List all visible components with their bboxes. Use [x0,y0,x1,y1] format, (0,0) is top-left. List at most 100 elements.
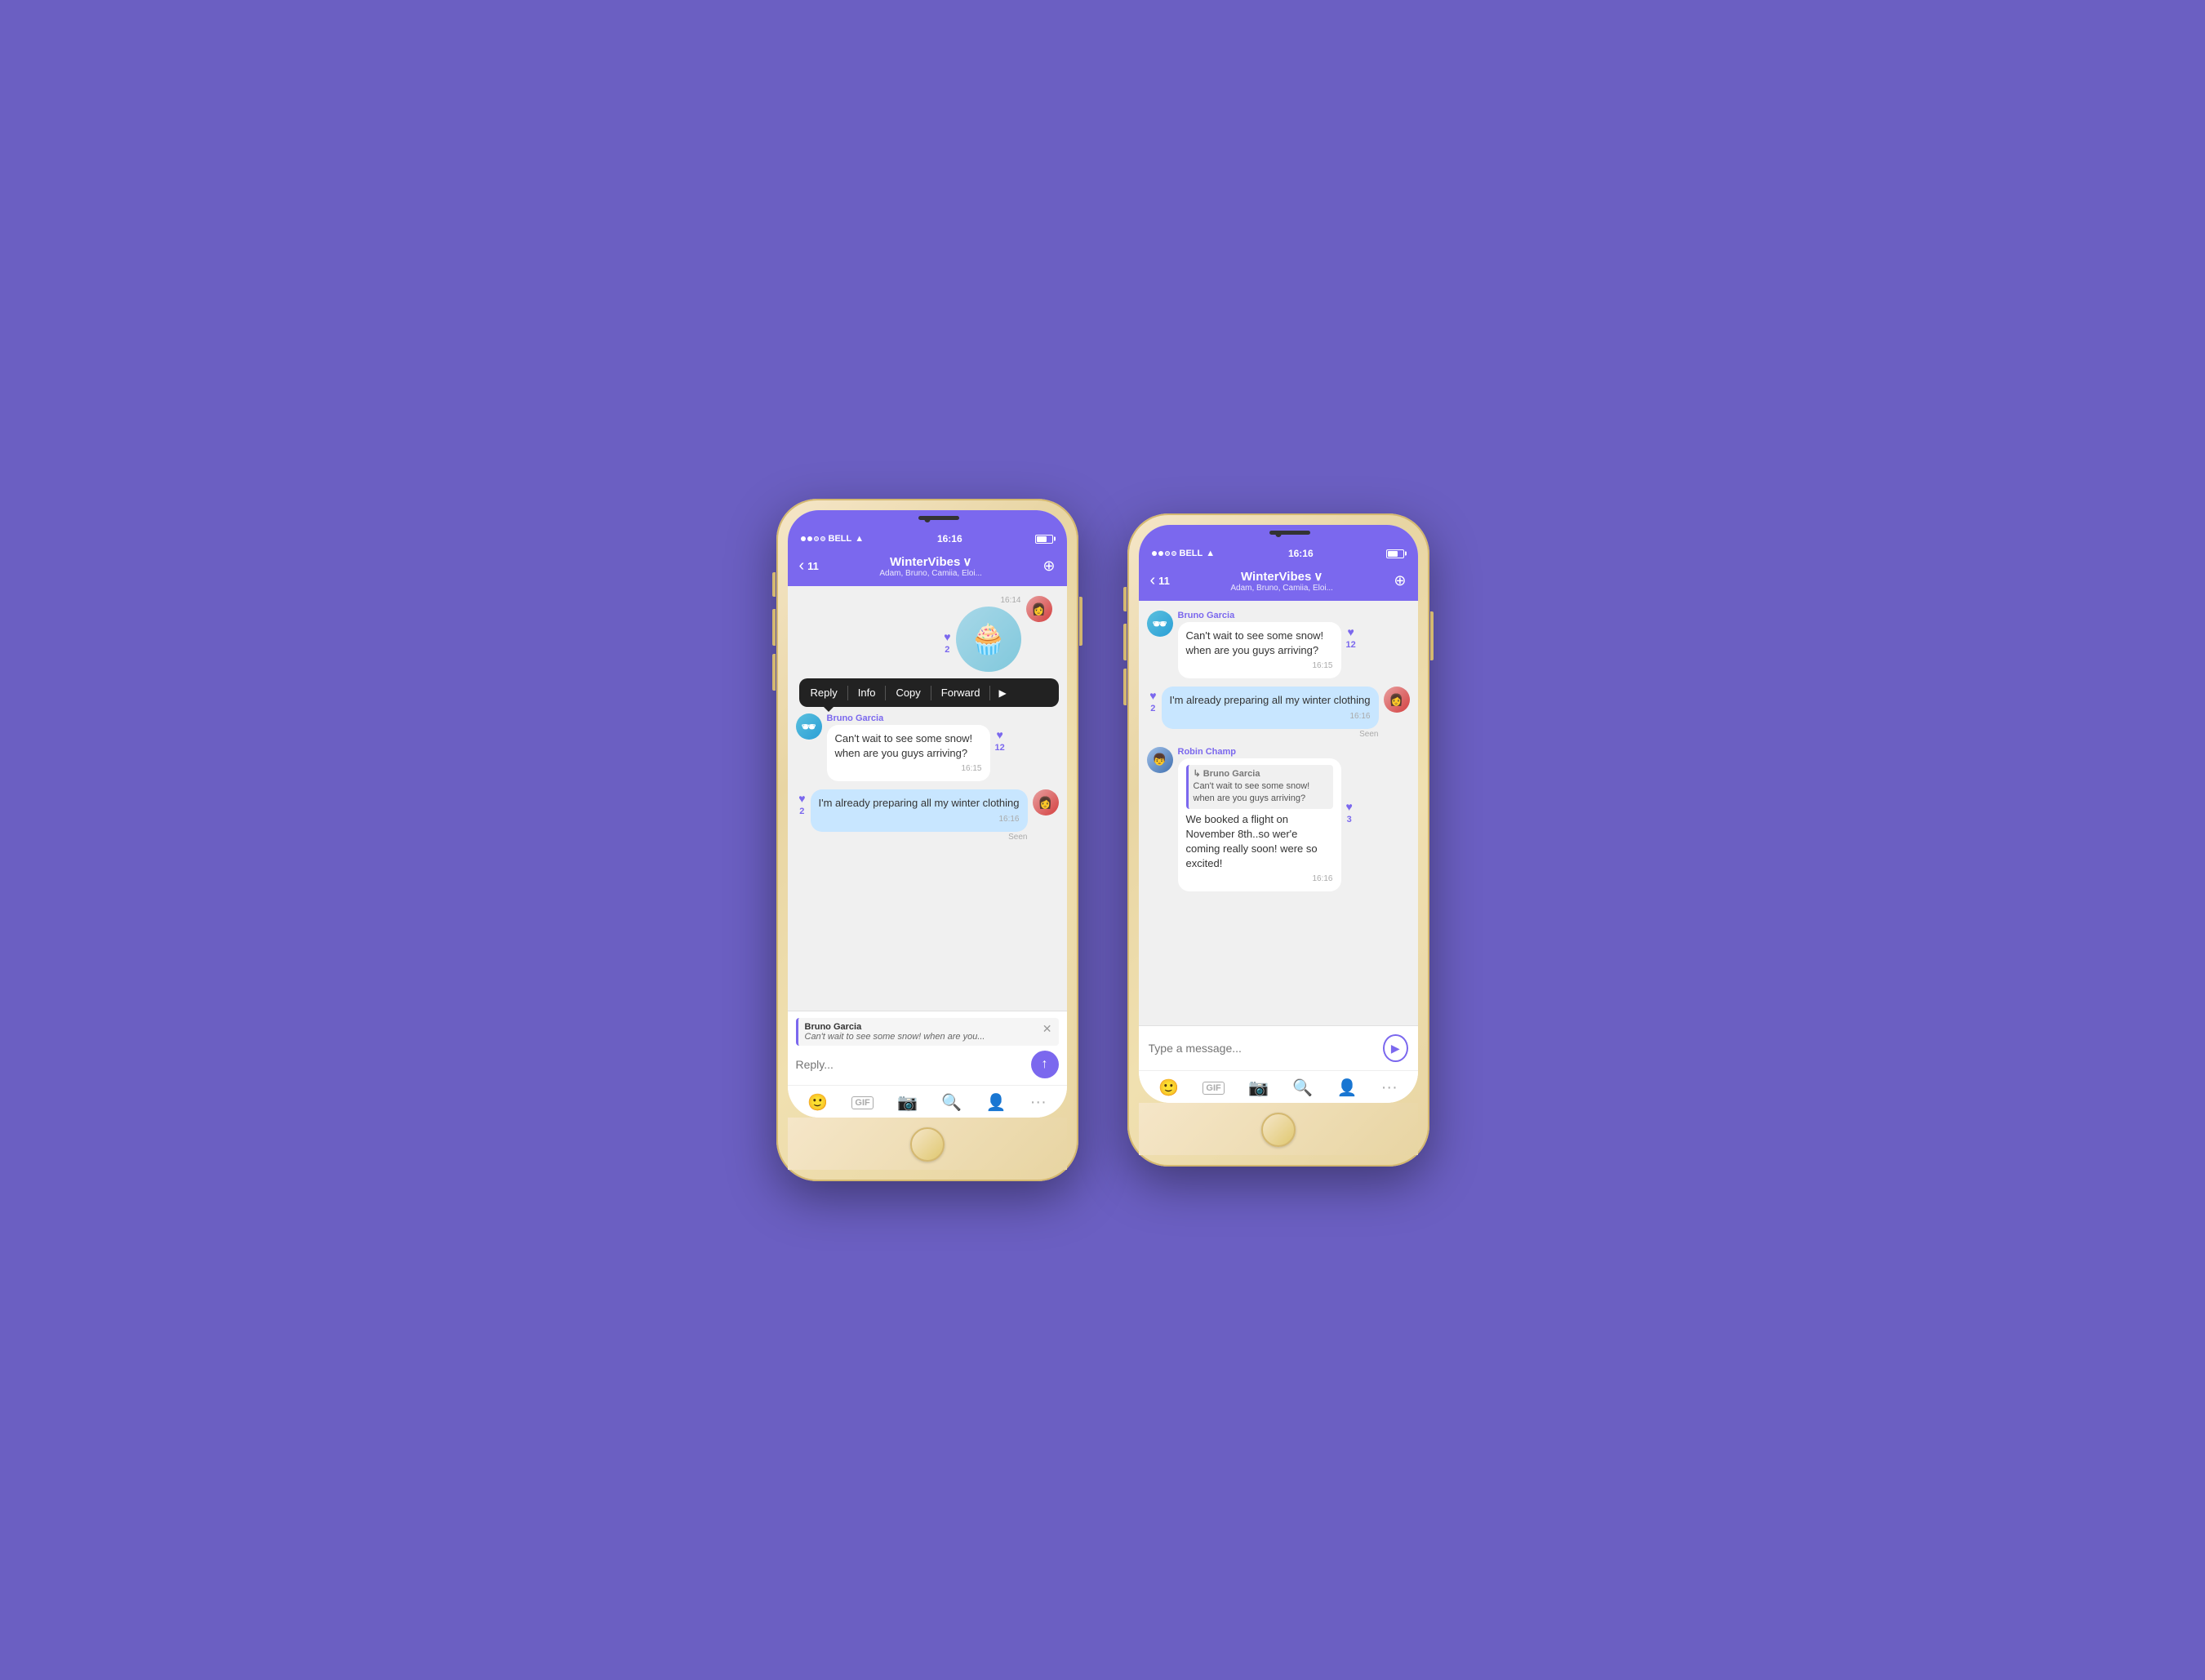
p2-like-wrap-2[interactable]: ♥ 2 [1149,689,1156,736]
more-btn-2[interactable]: ··· [1381,1078,1398,1097]
reply-input-1[interactable] [796,1055,1025,1074]
more-btn-1[interactable]: ··· [1030,1093,1047,1112]
dropdown-icon-2: ∨ [1314,569,1323,584]
camera-btn-2[interactable]: 📷 [1248,1078,1269,1098]
p2-like-count-3: 3 [1347,815,1352,824]
type-input-2[interactable] [1149,1038,1377,1058]
context-menu: Reply Info Copy Forward ▶ [799,678,1059,707]
wifi-icon-1: ▲ [855,534,864,544]
carrier-1: BELL [829,534,852,544]
search-btn-2[interactable]: 🔍 [1292,1078,1313,1098]
add-contact-icon-1[interactable]: ⊕ [1042,558,1055,575]
more-arrow[interactable]: ▶ [992,684,1012,702]
p2-reply-quote-text: Can't wait to see some snow! when are yo… [1194,780,1328,806]
back-area-1[interactable]: ‹ 11 [799,557,819,576]
p2-like-wrap-3[interactable]: ♥ 3 [1346,800,1353,839]
copy-btn[interactable]: Copy [887,683,928,702]
header-center-2: WinterVibes ∨ Adam, Bruno, Camiia, Eloi.… [1230,569,1333,593]
like-count-2: 2 [799,807,804,816]
forward-btn[interactable]: Forward [933,683,989,702]
reply-btn[interactable]: Reply [802,683,846,702]
bubble-2[interactable]: I'm already preparing all my winter clot… [811,789,1028,831]
close-reply-btn-1[interactable]: ✕ [1042,1022,1052,1036]
message-row-1: 🕶 Bruno Garcia Can't wait to see some sn… [796,713,1059,781]
p2-message-row-2: 👩 I'm already preparing all my winter cl… [1147,687,1410,738]
back-area-2[interactable]: ‹ 11 [1150,571,1170,590]
like-count-1: 12 [995,743,1005,753]
contact-btn-1[interactable]: 👤 [986,1092,1007,1113]
like-wrap-1[interactable]: ♥ 12 [995,728,1005,767]
p2-bubble-1[interactable]: Can't wait to see some snow! when are yo… [1178,622,1341,678]
back-chevron-1[interactable]: ‹ [799,557,805,576]
battery-1 [1035,535,1053,544]
p2-bubble-wrap-1: Bruno Garcia Can't wait to see some snow… [1178,611,1341,678]
phone-speaker-2 [1269,531,1310,535]
chat-area-2: 🕶 Bruno Garcia Can't wait to see some sn… [1139,601,1418,1025]
p2-like-count-2: 2 [1150,704,1155,713]
p2-heart-2: ♥ [1149,689,1156,702]
heart-icon-2: ♥ [798,792,805,805]
reply-quote-name-1: Bruno Garcia [805,1022,985,1032]
bubble-time-1: 16:15 [835,763,982,775]
p2-avatar-bruno: 🕶 [1147,611,1173,637]
group-name-1: WinterVibes [890,555,960,569]
phone-1: BELL ▲ 16:16 ‹ 11 WinterVibes [776,499,1078,1181]
phone-2: BELL ▲ 16:16 ‹ 11 WinterVibes [1127,513,1429,1167]
emoji-btn-1[interactable]: 🙂 [807,1092,828,1113]
add-contact-icon-2[interactable]: ⊕ [1394,572,1406,589]
send-btn-1[interactable]: ↑ [1031,1051,1059,1078]
group-members-1: Adam, Bruno, Camiia, Eloi... [879,569,982,578]
contact-btn-2[interactable]: 👤 [1337,1078,1358,1098]
seen-text-1: Seen [1008,833,1027,842]
app-header-2: ‹ 11 WinterVibes ∨ Adam, Bruno, Camiia, … [1139,562,1418,601]
avatar-user-1: 👩 [1033,789,1059,816]
back-badge-1: 11 [807,560,819,572]
send-btn-2[interactable]: ▶ [1383,1034,1407,1062]
header-center-1: WinterVibes ∨ Adam, Bruno, Camiia, Eloi.… [879,554,982,578]
message-row-2: 👩 I'm already preparing all my winter cl… [796,789,1059,841]
p2-like-count-1: 12 [1346,640,1356,650]
p2-message-row-1: 🕶 Bruno Garcia Can't wait to see some sn… [1147,611,1410,678]
p2-reply-quote-name: ↳ Bruno Garcia [1194,768,1328,780]
battery-2 [1386,549,1404,558]
p2-bubble-time-1: 16:15 [1186,660,1333,672]
emoji-btn-2[interactable]: 🙂 [1158,1078,1179,1098]
p2-reply-quote: ↳ Bruno Garcia Can't wait to see some sn… [1186,765,1333,809]
sender-name-1: Bruno Garcia [827,713,990,723]
gif-btn-1[interactable]: GIF [851,1096,873,1109]
reply-quote-1: Bruno Garcia Can't wait to see some snow… [796,1018,1059,1046]
gif-btn-2[interactable]: GIF [1203,1082,1224,1095]
info-btn[interactable]: Info [850,683,884,702]
like-wrap-2[interactable]: ♥ 2 [798,792,805,839]
p2-bubble-wrap-3: Robin Champ ↳ Bruno Garcia Can't wait to… [1178,747,1341,892]
p2-bubble-2[interactable]: I'm already preparing all my winter clot… [1162,687,1379,728]
home-btn-1[interactable] [910,1127,945,1162]
sticker-likes[interactable]: ♥ 2 [944,614,950,655]
header-right-1: ⊕ [1042,558,1055,575]
p2-bubble-3[interactable]: ↳ Bruno Garcia Can't wait to see some sn… [1178,758,1341,892]
bubble-1[interactable]: Can't wait to see some snow! when are yo… [827,725,990,781]
p2-bubble-text-1: Can't wait to see some snow! when are yo… [1186,629,1324,656]
home-btn-2[interactable] [1261,1113,1296,1147]
search-btn-1[interactable]: 🔍 [941,1092,962,1113]
camera-btn-1[interactable]: 📷 [897,1092,918,1113]
ctx-divider-4 [989,686,990,700]
reply-bar-1: Bruno Garcia Can't wait to see some snow… [788,1011,1067,1085]
dropdown-icon-1: ∨ [962,554,971,569]
p2-sender-3: Robin Champ [1178,747,1341,757]
sticker-message: ♥ 2 16:14 🧁 👩 [796,596,1059,672]
heart-icon-sticker: ♥ [944,630,950,643]
input-row-1: ↑ [796,1051,1059,1078]
status-bar-2: BELL ▲ 16:16 [1139,543,1418,562]
p2-like-wrap-1[interactable]: ♥ 12 [1346,625,1356,664]
time-2: 16:16 [1288,548,1314,559]
ctx-divider-1 [847,686,848,700]
header-right-2: ⊕ [1394,572,1406,589]
type-input-bar: ▶ [1139,1025,1418,1070]
back-chevron-2[interactable]: ‹ [1150,571,1156,590]
p2-bubble-text-3: We booked a flight on November 8th..so w… [1186,813,1318,870]
bubble-text-2: I'm already preparing all my winter clot… [819,797,1020,809]
p2-bubble-time-3: 16:16 [1186,873,1333,885]
chat-area-1: ♥ 2 16:14 🧁 👩 [788,586,1067,1011]
app-header-1: ‹ 11 WinterVibes ∨ Adam, Bruno, Camiia, … [788,548,1067,586]
